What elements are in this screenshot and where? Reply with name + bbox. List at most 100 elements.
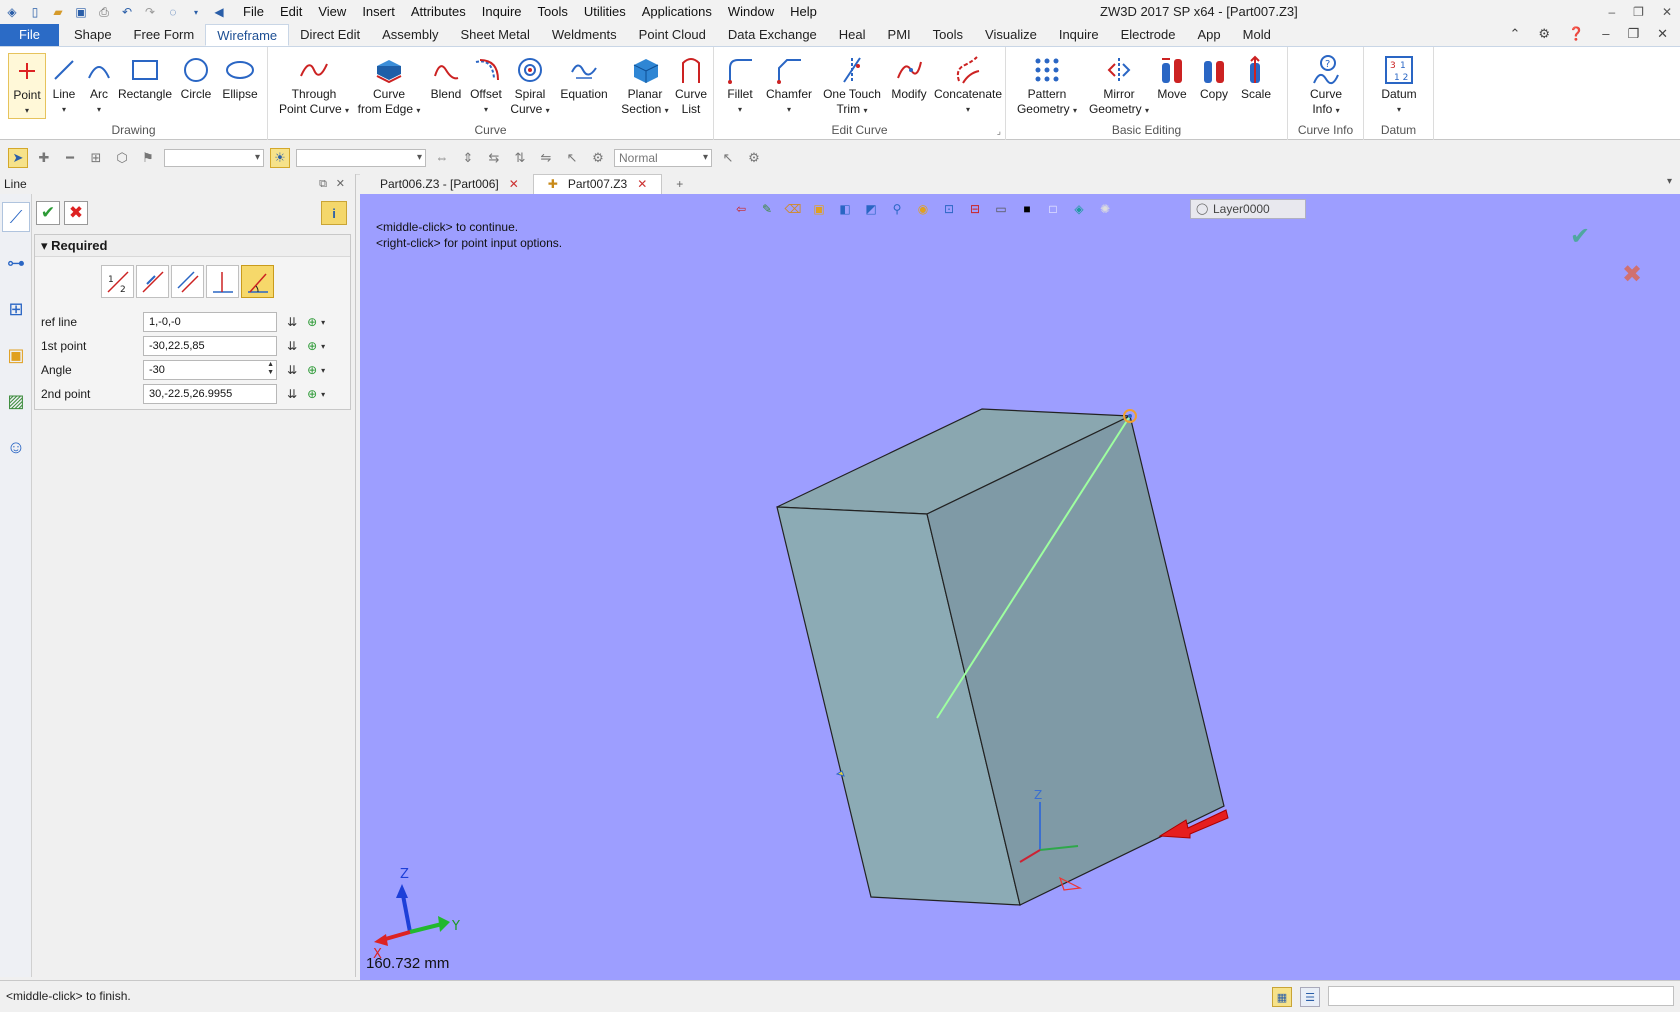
- ref-line-expand-icon[interactable]: ⇊: [287, 315, 297, 329]
- pick-remove-icon[interactable]: ━: [60, 148, 80, 168]
- tab-free-form[interactable]: Free Form: [123, 24, 206, 46]
- menu-window[interactable]: Window: [720, 0, 782, 24]
- restore-icon[interactable]: ❐: [1633, 0, 1644, 24]
- minimize-icon[interactable]: –: [1608, 0, 1615, 24]
- cancel-x-icon[interactable]: ✖: [64, 201, 88, 225]
- pick-lasso-icon[interactable]: ⬡: [112, 148, 132, 168]
- ellipse-button[interactable]: Ellipse: [220, 53, 260, 102]
- tab-shape[interactable]: Shape: [63, 24, 123, 46]
- menu-tools[interactable]: Tools: [530, 0, 576, 24]
- panel-pin-icon[interactable]: ⧉: [319, 174, 327, 194]
- angle-dropdown-icon[interactable]: ▾: [321, 366, 325, 375]
- command-input-field[interactable]: [1328, 986, 1674, 1006]
- tab-app[interactable]: App: [1187, 24, 1232, 46]
- doc-tab-part007-close-icon[interactable]: ✕: [637, 175, 647, 194]
- render-settings-icon[interactable]: ⚙: [588, 148, 608, 168]
- new-tab-button[interactable]: +: [662, 174, 697, 194]
- tab-weldments[interactable]: Weldments: [541, 24, 628, 46]
- menu-edit[interactable]: Edit: [272, 0, 310, 24]
- filter-icon[interactable]: ⚑: [138, 148, 158, 168]
- circle-button[interactable]: Circle: [178, 53, 214, 102]
- two-point-method-icon[interactable]: [136, 265, 169, 298]
- tab-pmi[interactable]: PMI: [877, 24, 922, 46]
- point-button[interactable]: Point ▾: [8, 53, 46, 119]
- perpendicular-method-icon[interactable]: [206, 265, 239, 298]
- filter-combo[interactable]: [164, 148, 264, 167]
- undo-icon[interactable]: ↶: [119, 4, 135, 20]
- ok-check-icon[interactable]: ✔: [36, 201, 60, 225]
- tab-mold[interactable]: Mold: [1232, 24, 1282, 46]
- angle-input[interactable]: -30 ▲ ▼: [143, 360, 277, 380]
- status-layout-icon[interactable]: ▦: [1272, 987, 1292, 1007]
- render-mode-combo[interactable]: Normal: [614, 148, 712, 167]
- align-icon-3[interactable]: ⇆: [484, 148, 504, 168]
- menu-inquire[interactable]: Inquire: [474, 0, 530, 24]
- menu-applications[interactable]: Applications: [634, 0, 720, 24]
- tab-sheet-metal[interactable]: Sheet Metal: [450, 24, 541, 46]
- graphics-viewport[interactable]: <middle-click> to continue. <right-click…: [360, 194, 1680, 980]
- doc-tab-part006-close-icon[interactable]: ✕: [509, 175, 519, 194]
- pick-box-icon[interactable]: ⊞: [86, 148, 106, 168]
- first-point-expand-icon[interactable]: ⇊: [287, 339, 297, 353]
- tab-direct-edit[interactable]: Direct Edit: [289, 24, 371, 46]
- align-icon-5[interactable]: ⇋: [536, 148, 556, 168]
- cursor-option-icon[interactable]: ↖: [718, 148, 738, 168]
- first-point-dropdown-icon[interactable]: ▾: [321, 342, 325, 351]
- tab-tools[interactable]: Tools: [922, 24, 974, 46]
- required-section-header[interactable]: ▾ Required: [35, 235, 350, 257]
- angle-spinner-icon[interactable]: ▲ ▼: [267, 361, 274, 377]
- filter-list-combo[interactable]: [296, 148, 426, 167]
- assembly-tree-tab-icon[interactable]: ⊞: [2, 294, 30, 324]
- menu-insert[interactable]: Insert: [354, 0, 403, 24]
- history-tree-tab-icon[interactable]: ⊶: [2, 248, 30, 278]
- tab-file[interactable]: File: [0, 24, 59, 46]
- angle-pick-icon[interactable]: ⊕: [307, 363, 317, 377]
- doc-minimize-icon[interactable]: –: [1602, 26, 1609, 42]
- doc-restore-icon[interactable]: ❐: [1627, 26, 1639, 42]
- align-icon-4[interactable]: ⇅: [510, 148, 530, 168]
- ref-line-pick-icon[interactable]: ⊕: [307, 315, 317, 329]
- print-icon[interactable]: ⎙: [96, 4, 112, 20]
- gear-option-icon[interactable]: ⚙: [744, 148, 764, 168]
- first-point-input[interactable]: -30,22.5,85: [143, 336, 277, 356]
- dialog-launcher-icon[interactable]: ⌟: [997, 126, 1001, 137]
- second-point-pick-icon[interactable]: ⊕: [307, 387, 317, 401]
- cursor-icon[interactable]: ↖: [562, 148, 582, 168]
- second-point-input[interactable]: 30,-22.5,26.9955: [143, 384, 277, 404]
- concatenate-button[interactable]: Concatenate ▾: [932, 53, 1004, 117]
- redo-icon[interactable]: ↷: [142, 4, 158, 20]
- one-touch-trim-button[interactable]: One Touch Trim ▾: [814, 53, 890, 118]
- equation-button[interactable]: Equation: [556, 53, 612, 102]
- tab-electrode[interactable]: Electrode: [1110, 24, 1187, 46]
- menu-view[interactable]: View: [310, 0, 354, 24]
- blend-button[interactable]: Blend: [428, 53, 464, 102]
- status-list-icon[interactable]: ☰: [1300, 987, 1320, 1007]
- align-icon-2[interactable]: ⇕: [458, 148, 478, 168]
- pick-add-icon[interactable]: ✚: [34, 148, 54, 168]
- second-point-expand-icon[interactable]: ⇊: [287, 387, 297, 401]
- doc-close-icon[interactable]: ✕: [1657, 26, 1668, 42]
- line-button[interactable]: Line ▾: [48, 53, 80, 117]
- image-tab-icon[interactable]: ▨: [2, 386, 30, 416]
- fillet-button[interactable]: Fillet ▾: [720, 53, 760, 117]
- menu-utilities[interactable]: Utilities: [576, 0, 634, 24]
- rectangle-button[interactable]: Rectangle: [116, 53, 174, 102]
- panel-close-icon[interactable]: ✕: [336, 174, 345, 194]
- doc-tab-part006[interactable]: Part006.Z3 - [Part006] ✕: [366, 174, 533, 194]
- tab-assembly[interactable]: Assembly: [371, 24, 449, 46]
- select-filter-icon[interactable]: ◌: [165, 4, 181, 20]
- menu-file[interactable]: File: [235, 0, 272, 24]
- curve-list-button[interactable]: Curve List: [672, 53, 710, 117]
- curve-from-edge-button[interactable]: Curve from Edge ▾: [354, 53, 424, 118]
- app-logo-icon[interactable]: ◈: [4, 4, 20, 20]
- midpoint-method-icon[interactable]: 12: [101, 265, 134, 298]
- menu-help[interactable]: Help: [782, 0, 825, 24]
- planar-section-button[interactable]: Planar Section ▾: [618, 53, 672, 118]
- smart-pick-icon[interactable]: ☀: [270, 147, 290, 168]
- collapse-ribbon-icon[interactable]: ⌃: [1509, 26, 1520, 42]
- parallel-method-icon[interactable]: [171, 265, 204, 298]
- user-tab-icon[interactable]: ☺: [2, 432, 30, 462]
- save-icon[interactable]: ▣: [73, 4, 89, 20]
- open-folder-icon[interactable]: ▰: [50, 4, 66, 20]
- offset-button[interactable]: Offset ▾: [468, 53, 504, 117]
